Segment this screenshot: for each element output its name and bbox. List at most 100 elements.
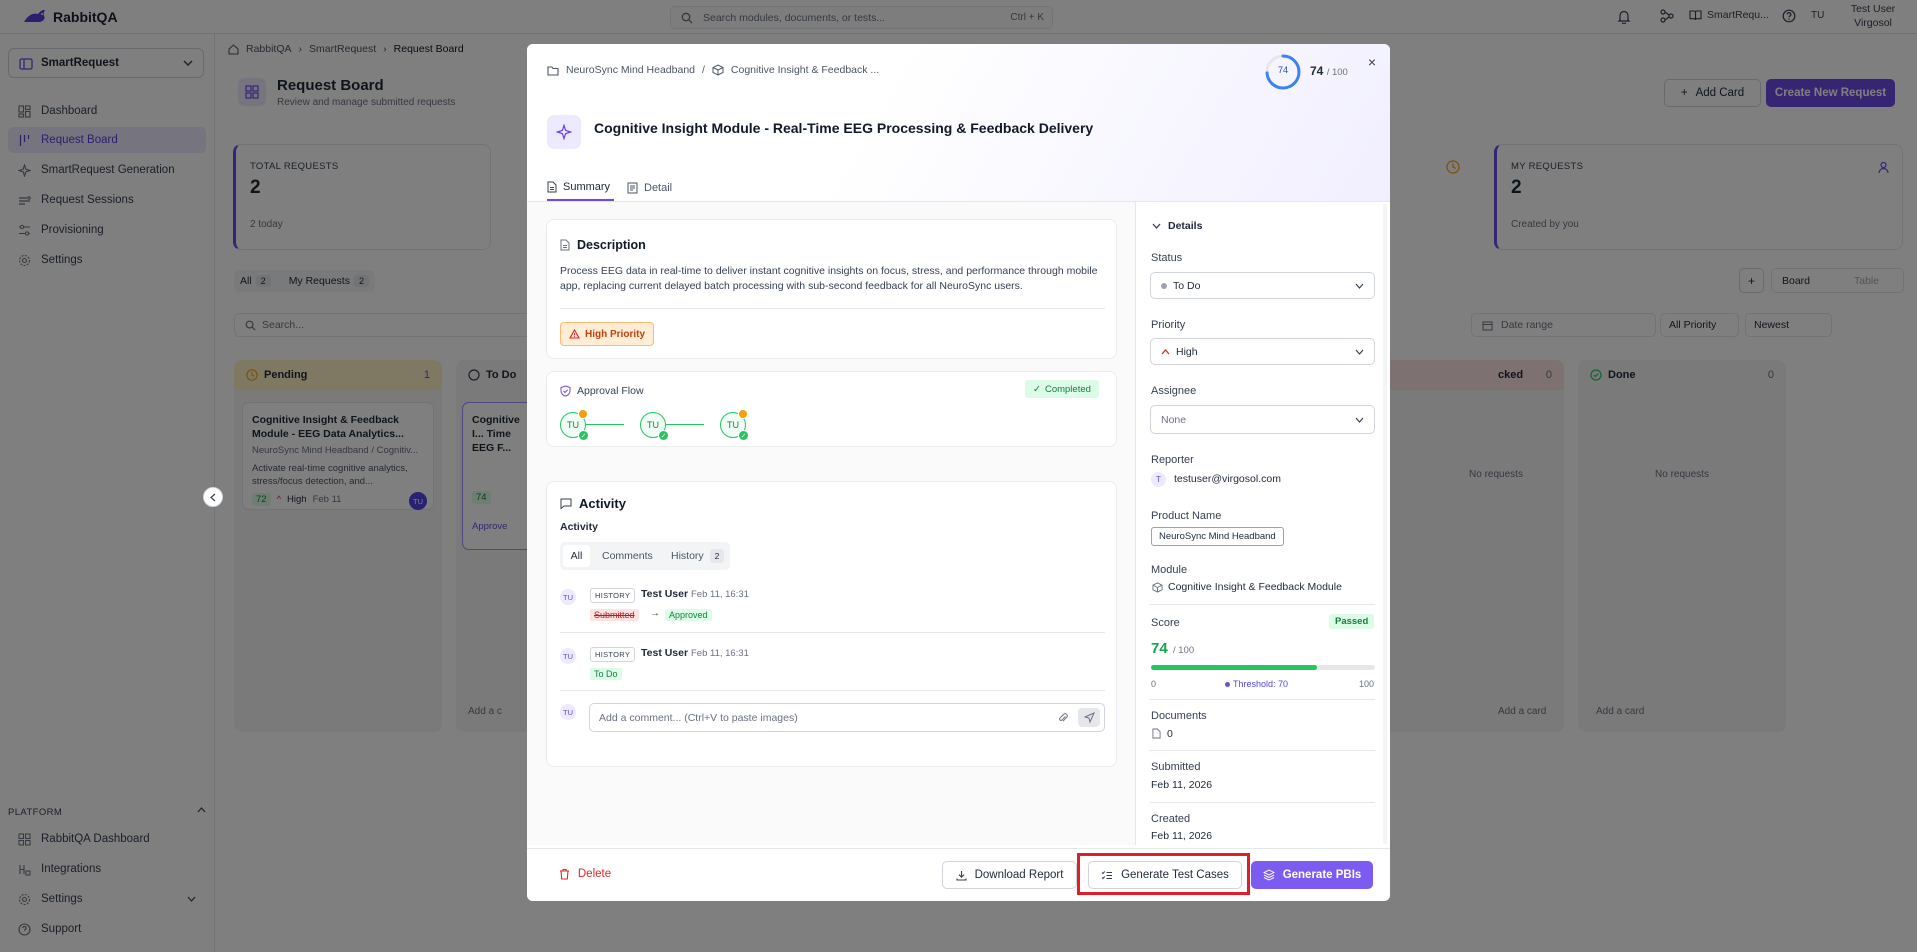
- approval-flow-section: Approval Flow ✓ Completed TU ✓ TU ✓ TU ✓: [546, 371, 1117, 447]
- assignee-value: None: [1161, 413, 1187, 426]
- product-chip[interactable]: NeuroSync Mind Headband: [1151, 527, 1284, 546]
- panel-divider: [1135, 202, 1136, 845]
- history-user: Test User: [641, 647, 689, 659]
- assignee-select[interactable]: None: [1150, 405, 1375, 434]
- score-value: 74: [1310, 64, 1324, 78]
- approval-connector: [586, 424, 624, 425]
- activity-tab-history[interactable]: History: [671, 550, 704, 562]
- chevron-down-icon: [1355, 417, 1364, 423]
- chevron-left-icon: [210, 493, 216, 502]
- status-dot: [1161, 282, 1167, 289]
- module-label: Module: [1151, 564, 1188, 576]
- description-text: Process EEG data in real-time to deliver…: [560, 265, 1098, 292]
- created-date: Feb 11, 2026: [1151, 830, 1213, 842]
- breadcrumb-separator: /: [702, 64, 705, 76]
- documents-count: 0: [1167, 728, 1173, 740]
- chevron-down-icon: [1152, 223, 1161, 229]
- details-divider: [1150, 750, 1375, 751]
- scale-max: 100: [1359, 679, 1375, 689]
- approved-check-icon: ✓: [738, 430, 749, 441]
- modal-breadcrumb-product[interactable]: NeuroSync Mind Headband: [566, 64, 695, 76]
- history-tag: HISTORY: [590, 647, 636, 662]
- delete-button[interactable]: Delete: [550, 860, 620, 888]
- product-label: Product Name: [1151, 510, 1222, 522]
- close-icon[interactable]: ×: [1365, 54, 1379, 70]
- pending-dot: [738, 409, 748, 419]
- folder-icon: [547, 65, 559, 76]
- activity-tab-all[interactable]: All: [563, 545, 590, 567]
- shield-check-icon: [560, 385, 571, 397]
- comment-placeholder: Add a comment... (Ctrl+V to paste images…: [599, 711, 798, 724]
- approval-heading: Approval Flow: [577, 385, 644, 397]
- history-user: Test User: [641, 588, 689, 600]
- document-icon: [547, 181, 557, 193]
- status-select[interactable]: To Do: [1150, 272, 1375, 299]
- history-count: 2: [710, 549, 724, 563]
- status-label: Status: [1151, 252, 1183, 264]
- check-icon: ✓: [1033, 383, 1041, 395]
- reporter-label: Reporter: [1151, 454, 1194, 466]
- score-ring-value: 74: [1277, 65, 1288, 75]
- tab-summary[interactable]: Summary: [547, 175, 615, 201]
- generate-test-cases-button[interactable]: Generate Test Cases: [1088, 861, 1242, 889]
- details-score-value: 74: [1151, 640, 1168, 657]
- list-doc-icon: [627, 182, 638, 194]
- collapse-sidebar-button[interactable]: [203, 487, 223, 507]
- tab-detail[interactable]: Detail: [627, 175, 672, 201]
- created-label: Created: [1151, 813, 1191, 825]
- cube-icon: [712, 64, 724, 76]
- approval-connector: [666, 424, 704, 425]
- description-header: Description: [560, 238, 646, 252]
- details-divider: [1150, 604, 1375, 605]
- priority-select[interactable]: High: [1150, 338, 1375, 365]
- tab-summary-label: Summary: [563, 181, 611, 193]
- score-progress-track: [1151, 665, 1375, 670]
- history-divider: [560, 632, 1105, 633]
- activity-subheading: Activity: [560, 521, 598, 533]
- details-scrollbar[interactable]: [1383, 204, 1387, 844]
- description-heading: Description: [577, 238, 646, 252]
- trash-icon: [559, 868, 570, 880]
- generate-pbis-button[interactable]: Generate PBIs: [1251, 861, 1373, 889]
- details-toggle[interactable]: Details: [1152, 220, 1202, 232]
- paperclip-icon[interactable]: [1058, 712, 1068, 724]
- modal-title: Cognitive Insight Module - Real-Time EEG…: [594, 120, 1094, 136]
- score-label: Score: [1151, 617, 1180, 629]
- download-report-button[interactable]: Download Report: [942, 861, 1077, 889]
- tab-detail-label: Detail: [644, 182, 673, 194]
- history-to-status: To Do: [590, 668, 622, 680]
- history-tag: HISTORY: [590, 588, 636, 603]
- activity-section: Activity Activity All Comments History 2…: [546, 481, 1117, 767]
- threshold-dot: [1225, 681, 1230, 687]
- activity-header: Activity: [560, 496, 626, 511]
- chevron-down-icon: [1355, 349, 1364, 355]
- score-max: / 100: [1326, 67, 1348, 78]
- comment-input[interactable]: Add a comment... (Ctrl+V to paste images…: [589, 703, 1105, 732]
- sparkle-icon: [547, 115, 581, 149]
- pending-dot: [578, 409, 588, 419]
- document-icon: [1152, 728, 1161, 739]
- document-icon: [560, 239, 570, 251]
- layers-icon: [1262, 869, 1275, 881]
- threshold-label: Threshold: 70: [1225, 679, 1288, 689]
- description-section: Description Process EEG data in real-tim…: [546, 219, 1117, 359]
- details-divider: [1150, 699, 1375, 700]
- details-divider: [1150, 802, 1375, 803]
- history-avatar: TU: [560, 648, 576, 664]
- approved-check-icon: ✓: [658, 430, 669, 441]
- comment-avatar: TU: [560, 704, 576, 720]
- reporter-email: testuser@virgosol.com: [1174, 473, 1281, 485]
- activity-tab-comments[interactable]: Comments: [602, 550, 653, 562]
- details-heading: Details: [1168, 220, 1203, 232]
- delete-label: Delete: [577, 868, 612, 880]
- modal-breadcrumb: NeuroSync Mind Headband / Cognitive Insi…: [547, 64, 879, 76]
- reporter-avatar: T: [1151, 472, 1166, 487]
- history-from-status: Submitted: [590, 609, 639, 621]
- modal-breadcrumb-module[interactable]: Cognitive Insight & Feedback ...: [731, 64, 879, 76]
- activity-heading: Activity: [579, 496, 626, 511]
- approval-status-label: Completed: [1044, 383, 1091, 395]
- approved-check-icon: ✓: [578, 430, 589, 441]
- download-icon: [956, 870, 967, 881]
- submitted-date: Feb 11, 2026: [1151, 779, 1213, 791]
- send-comment-button[interactable]: [1078, 708, 1100, 727]
